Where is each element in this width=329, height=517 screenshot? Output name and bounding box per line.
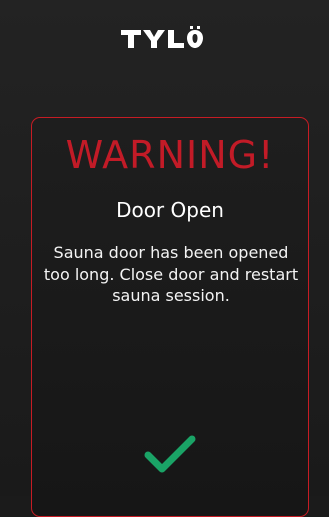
warning-title: WARNING! <box>65 133 275 177</box>
warning-message: Sauna door has been opened too long. Clo… <box>43 243 299 306</box>
warning-dialog: WARNING! Door Open Sauna door has been o… <box>31 117 309 517</box>
brand-logo <box>0 24 329 52</box>
checkmark-icon <box>144 435 196 473</box>
warning-subtitle: Door Open <box>116 198 224 222</box>
confirm-button[interactable] <box>142 433 198 477</box>
tylo-logo-mark <box>120 26 203 48</box>
